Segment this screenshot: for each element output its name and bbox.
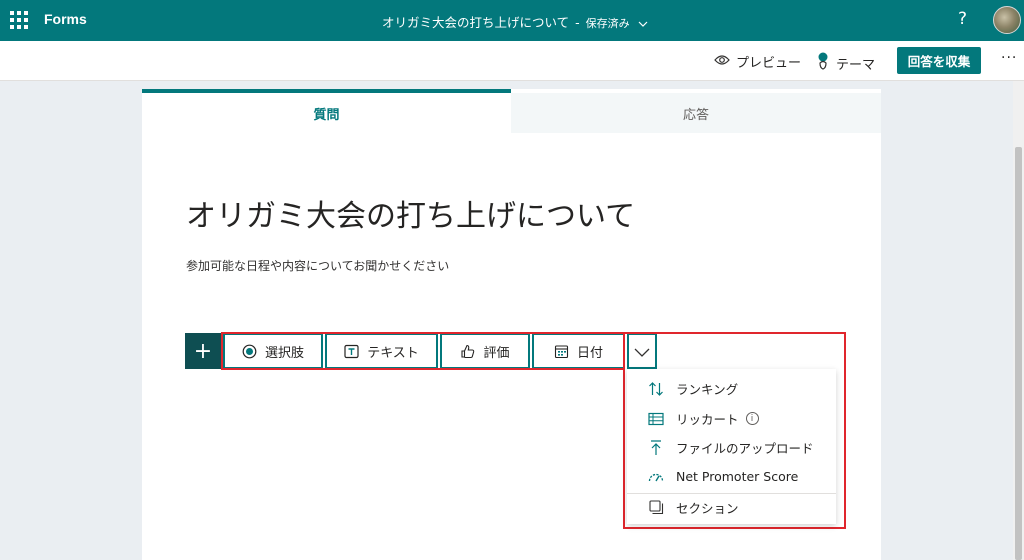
document-title: オリガミ大会の打ち上げについて — [382, 15, 570, 30]
section-label: セクション — [676, 501, 739, 516]
app-name[interactable]: Forms — [44, 11, 87, 27]
help-button[interactable]: ? — [958, 9, 967, 29]
tab-questions[interactable]: 質問 — [142, 89, 511, 133]
section-icon — [647, 500, 665, 515]
title-separator: - — [575, 15, 580, 30]
menu-item-ranking[interactable]: ランキング — [627, 374, 836, 403]
command-bar: プレビュー テーマ 回答を収集 ··· — [0, 41, 1024, 81]
highlight-basic-types — [221, 332, 625, 370]
more-options-icon[interactable]: ··· — [1001, 50, 1017, 66]
gauge-icon — [647, 471, 665, 483]
menu-item-section[interactable]: セクション — [627, 493, 836, 522]
app-launcher-icon[interactable] — [10, 11, 28, 29]
theme-label: テーマ — [836, 57, 876, 73]
avatar[interactable] — [993, 6, 1021, 34]
question-types-menu: ランキング リッカート i ファイルのアップロード Net Promoter S… — [627, 369, 836, 524]
upload-icon — [647, 439, 665, 456]
preview-button[interactable]: プレビュー — [714, 52, 801, 71]
chevron-down-icon — [638, 19, 648, 30]
sort-arrows-icon — [647, 381, 665, 396]
saved-status: 保存済み — [585, 17, 630, 30]
likert-label: リッカート — [676, 412, 739, 427]
palette-icon — [816, 52, 830, 74]
ranking-label: ランキング — [676, 382, 739, 397]
menu-item-file-upload[interactable]: ファイルのアップロード — [627, 433, 836, 462]
file-upload-label: ファイルのアップロード — [676, 441, 814, 456]
info-icon[interactable]: i — [745, 412, 759, 425]
scrollbar-thumb[interactable] — [1015, 147, 1022, 560]
nps-label: Net Promoter Score — [676, 469, 799, 484]
form-card: 質問 応答 オリガミ大会の打ち上げについて 参加可能な日程や内容についてお聞かせ… — [142, 89, 881, 560]
menu-item-likert[interactable]: リッカート i — [627, 404, 836, 433]
likert-grid-icon — [647, 412, 665, 426]
add-new-button[interactable]: + — [185, 333, 221, 369]
theme-button[interactable]: テーマ — [816, 52, 875, 74]
eye-icon — [714, 54, 730, 70]
document-title-menu[interactable]: オリガミ大会の打ち上げについて - 保存済み — [382, 12, 648, 31]
form-title[interactable]: オリガミ大会の打ち上げについて — [186, 191, 635, 235]
collect-responses-button[interactable]: 回答を収集 — [897, 47, 981, 74]
preview-label: プレビュー — [736, 56, 802, 71]
top-bar: Forms オリガミ大会の打ち上げについて - 保存済み ? — [0, 0, 1024, 41]
scrollbar[interactable] — [1013, 81, 1024, 560]
tab-responses[interactable]: 応答 — [511, 93, 881, 133]
form-description[interactable]: 参加可能な日程や内容についてお聞かせください — [186, 257, 449, 274]
menu-item-nps[interactable]: Net Promoter Score — [627, 462, 836, 491]
